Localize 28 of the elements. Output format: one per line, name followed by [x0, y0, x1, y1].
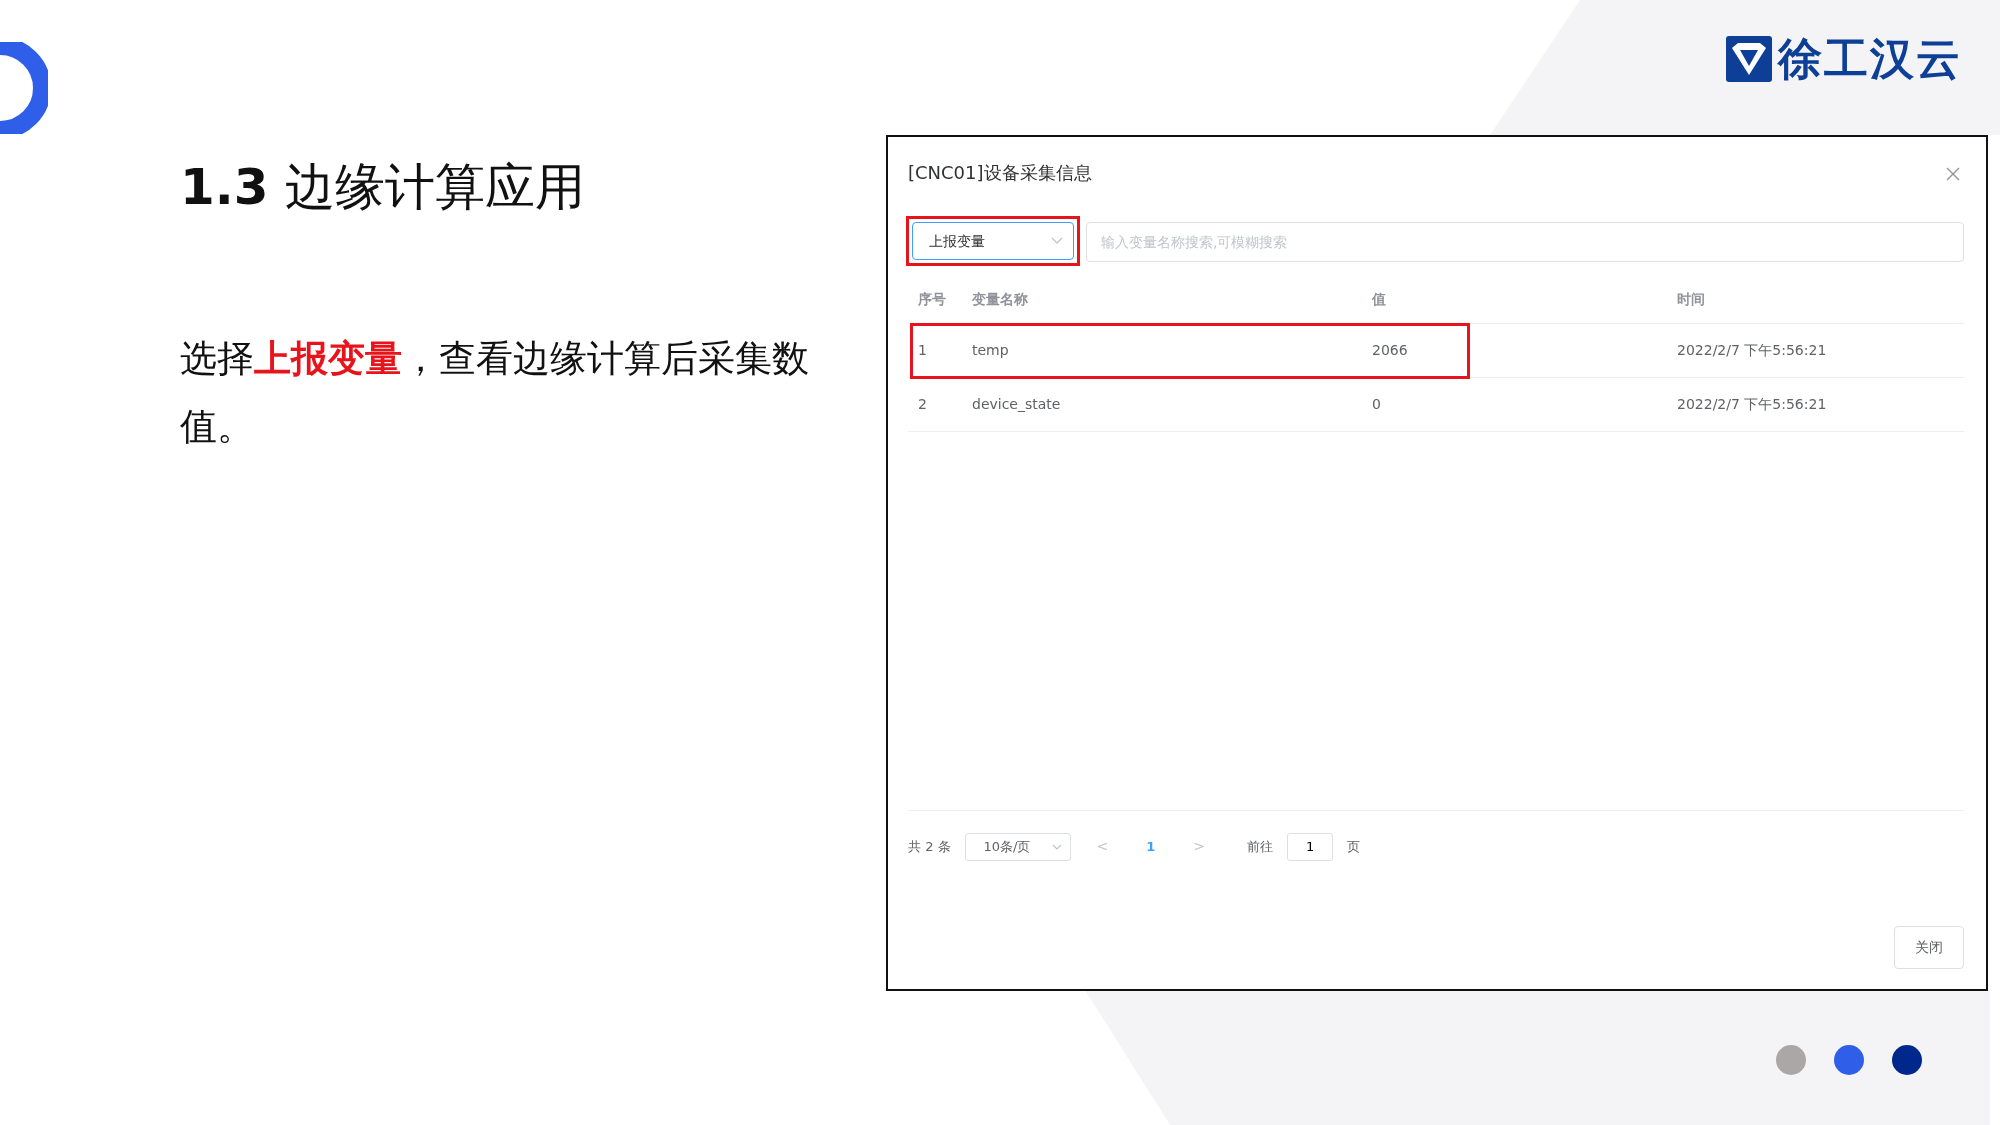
- column-header: 变量名称: [971, 290, 1029, 309]
- table-cell-text: temp: [971, 341, 1010, 360]
- page-input[interactable]: 1: [1287, 832, 1334, 861]
- slide-text: 选择上报变量，查看边缘计算后采集数值。: [180, 336, 810, 450]
- column-header: 序号: [917, 290, 947, 309]
- column-header: 时间: [1676, 290, 1706, 309]
- table-cell-text: 2: [917, 395, 928, 414]
- section-number: 1.3: [180, 157, 269, 218]
- page-size-select[interactable]: 10条/页: [964, 832, 1071, 861]
- close-button[interactable]: 关闭: [1894, 926, 1964, 969]
- total-count: 共 2 条: [908, 837, 951, 856]
- table-cell-text: 2066: [1371, 341, 1409, 360]
- chevron-down-icon: [1051, 843, 1062, 850]
- table-cell-text: 1: [917, 341, 928, 360]
- logo-icon: [1726, 36, 1772, 82]
- table-cell-text: 0: [1371, 395, 1382, 414]
- dialog-title: [CNC01]设备采集信息: [908, 161, 1092, 185]
- column-header: 值: [1371, 290, 1387, 309]
- variable-type-select[interactable]: 上报变量: [912, 222, 1074, 260]
- table-cell-text: 2022/2/7 下午5:56:21: [1676, 341, 1828, 360]
- page-unit-label: 页: [1347, 837, 1361, 856]
- chevron-down-icon: [1051, 237, 1063, 245]
- table-cell-text: 2022/2/7 下午5:56:21: [1676, 395, 1828, 414]
- logo-text: 徐工汉云: [1778, 37, 1962, 81]
- search-field[interactable]: 输入变量名称搜索,可模糊搜索: [1086, 222, 1964, 262]
- goto-label: 前往: [1247, 837, 1274, 856]
- slide-heading: 边缘计算应用: [284, 157, 585, 218]
- table-cell-text: device_state: [971, 395, 1062, 414]
